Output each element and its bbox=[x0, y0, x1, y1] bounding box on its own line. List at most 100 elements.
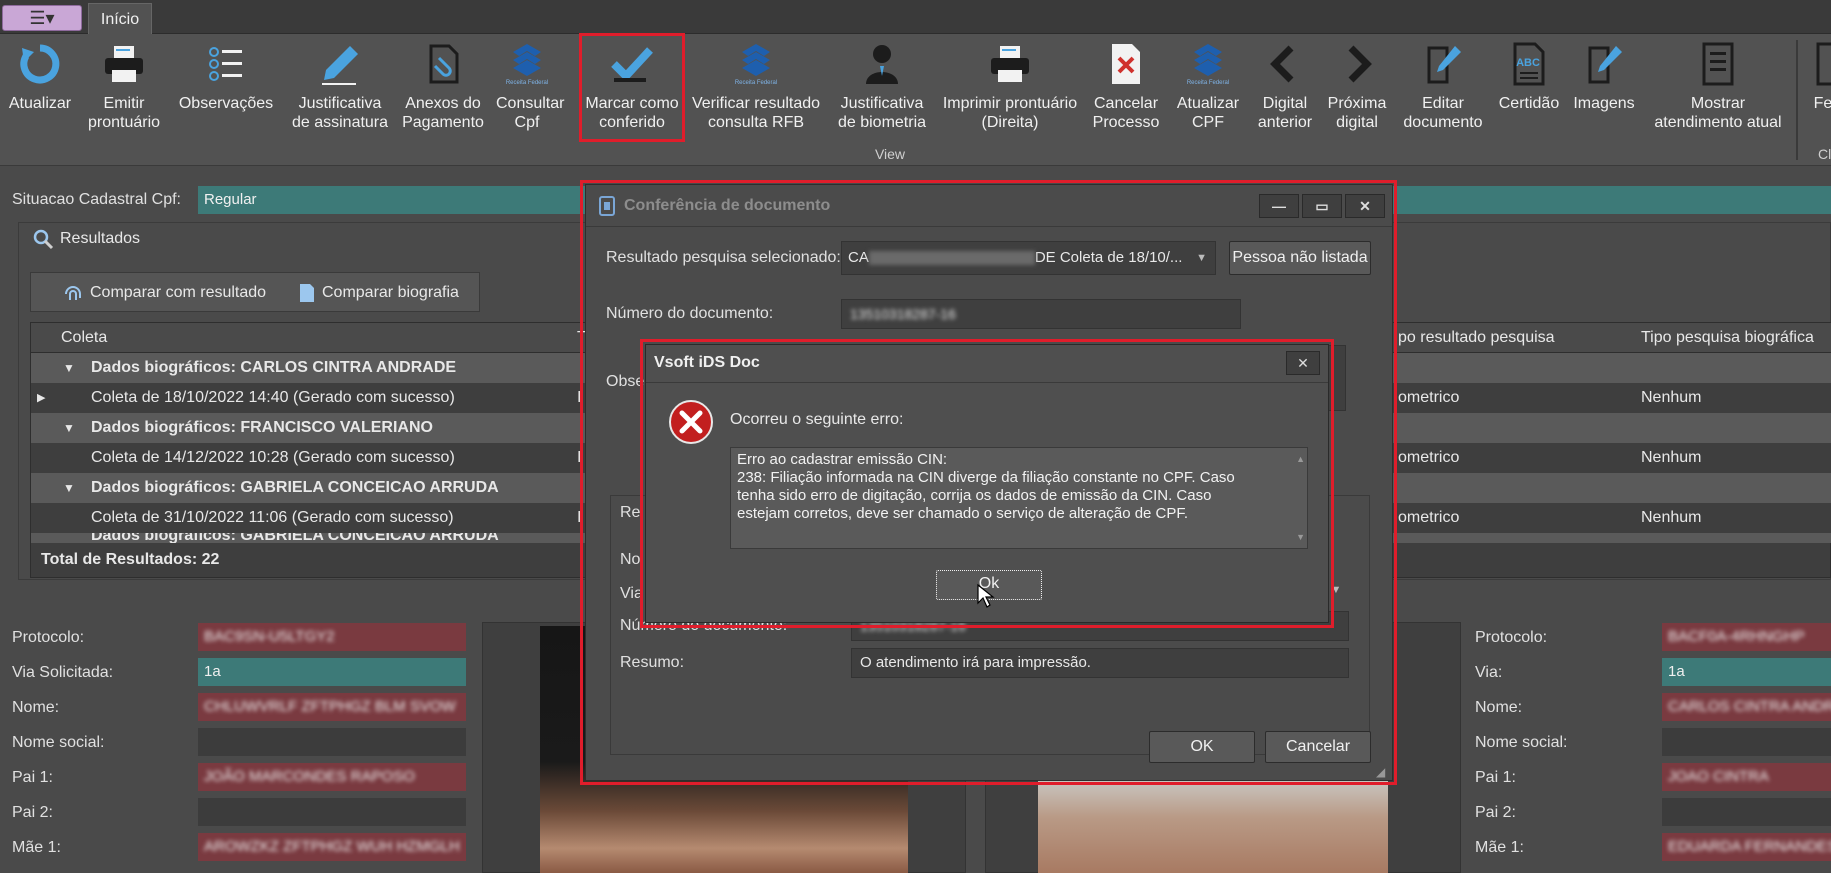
ribbon-label: Próxima digital bbox=[1327, 95, 1387, 131]
imagens-button[interactable]: Imagens bbox=[1568, 42, 1640, 113]
collapse-icon[interactable]: ▼ bbox=[63, 473, 75, 503]
compare-bio-button[interactable]: Comparar biografia bbox=[298, 282, 459, 304]
close-button[interactable]: ✕ bbox=[1345, 194, 1385, 218]
resultado-select[interactable]: CA DE Coleta de 18/10/... ▼ bbox=[841, 241, 1216, 275]
column-header-coleta[interactable]: Coleta bbox=[61, 323, 107, 353]
total-resultados: Total de Resultados: 22 bbox=[41, 551, 220, 568]
cancelar-processo-button[interactable]: Cancelar Processo bbox=[1088, 42, 1164, 132]
compare-result-button[interactable]: Comparar com resultado bbox=[62, 282, 266, 304]
row-tipo: ometrico bbox=[1398, 389, 1460, 406]
ok-button[interactable]: OK bbox=[1149, 731, 1255, 763]
pessoa-nao-listada-button[interactable]: Pessoa não listada bbox=[1229, 241, 1371, 275]
imprimir-prontuario-direita-button[interactable]: Imprimir prontuário (Direita) bbox=[940, 42, 1080, 132]
cancel-button[interactable]: Cancelar bbox=[1265, 731, 1371, 763]
ribbon-label: Verificar resultado consulta RFB bbox=[691, 95, 821, 131]
ribbon-label: Digital anterior bbox=[1257, 95, 1313, 131]
receita-federal-icon: Receita Federal bbox=[735, 44, 777, 86]
ribbon-label: Cancelar Processo bbox=[1092, 95, 1160, 131]
group-header: Dados biográficos: FRANCISCO VALERIANO bbox=[91, 419, 433, 436]
cancel-document-icon bbox=[1112, 44, 1140, 84]
printer-icon bbox=[105, 46, 143, 82]
resumo-label: Resumo: bbox=[620, 654, 685, 671]
fe-button[interactable]: Fe bbox=[1808, 42, 1831, 113]
right-mae1-value: EDUARDA FERNANDES bbox=[1668, 838, 1831, 855]
app-menu-button[interactable]: ☰▾ bbox=[2, 5, 82, 31]
tab-inicio[interactable]: Início bbox=[88, 3, 152, 35]
verificar-rfb-button[interactable]: Receita Federal Verificar resultado cons… bbox=[690, 42, 822, 132]
maximize-button[interactable]: ▭ bbox=[1302, 194, 1342, 218]
justificativa-assinatura-button[interactable]: Justificativa de assinatura bbox=[290, 42, 390, 132]
resize-grip-icon[interactable]: ◢ bbox=[1376, 765, 1385, 779]
ribbon-label: Mostrar atendimento atual bbox=[1654, 95, 1782, 131]
proxima-digital-button[interactable]: Próxima digital bbox=[1324, 42, 1390, 132]
chevron-left-icon bbox=[1270, 45, 1294, 83]
right-mae1-label: Mãe 1: bbox=[1475, 839, 1524, 856]
right-pai1-value: JOAO CINTRA bbox=[1668, 768, 1769, 785]
pai1-label: Pai 1: bbox=[12, 769, 53, 786]
certificate-icon: ABC bbox=[1513, 42, 1545, 86]
error-line: tenha sido erro de digitação, corrija os… bbox=[737, 487, 1212, 504]
consultar-cpf-button[interactable]: Receita Federal Consultar Cpf bbox=[496, 42, 564, 132]
error-close-button[interactable]: ✕ bbox=[1286, 351, 1320, 375]
compare-bio-label: Comparar biografia bbox=[322, 284, 459, 301]
ribbon-group-label-right: Cl bbox=[1818, 146, 1831, 162]
attachment-document-icon bbox=[429, 44, 459, 84]
ribbon-label: Imagens bbox=[1573, 95, 1635, 112]
nome-social-label: Nome social: bbox=[12, 734, 105, 751]
ribbon-label: Justificativa de assinatura bbox=[291, 95, 389, 131]
numero-value: 13510318287-16 bbox=[850, 306, 956, 322]
protocolo-value: BAC9SN-U5LTGY2 bbox=[204, 628, 335, 645]
atualizar-button[interactable]: Atualizar bbox=[4, 42, 76, 113]
collapse-icon[interactable]: ▼ bbox=[63, 413, 75, 443]
resultados-header[interactable]: Resultados bbox=[32, 228, 140, 250]
ribbon-label: Certidão bbox=[1498, 95, 1560, 112]
receita-federal-icon: Receita Federal bbox=[506, 44, 548, 86]
search-icon bbox=[33, 229, 54, 250]
scroll-up-icon[interactable]: ▲ bbox=[1296, 450, 1305, 468]
right-via-label: Via: bbox=[1475, 664, 1503, 681]
observacoes-button[interactable]: Observações bbox=[176, 42, 276, 113]
ribbon-label: Consultar Cpf bbox=[496, 95, 565, 131]
pai2-label: Pai 2: bbox=[12, 804, 53, 821]
receita-federal-icon: Receita Federal bbox=[1187, 44, 1229, 86]
app-icon bbox=[599, 196, 615, 216]
right-protocolo-field: BACF0A-4RHNGHP bbox=[1662, 623, 1831, 651]
collapse-icon[interactable]: ▼ bbox=[63, 353, 75, 383]
column-header-tipo-bio[interactable]: Tipo pesquisa biográfica bbox=[1641, 323, 1814, 353]
scroll-down-icon[interactable]: ▼ bbox=[1296, 528, 1305, 546]
mae1-field: AROWZKZ ZFTPHGZ WUH HZMGLH bbox=[198, 833, 466, 861]
emitir-prontuario-button[interactable]: Emitir prontuário bbox=[84, 42, 164, 132]
editar-documento-button[interactable]: Editar documento bbox=[1398, 42, 1488, 132]
row-bio: Nenhum bbox=[1641, 389, 1702, 406]
resultado-prefix: CA bbox=[848, 249, 869, 266]
digital-anterior-button[interactable]: Digital anterior bbox=[1254, 42, 1316, 132]
edit-document-icon bbox=[1427, 46, 1461, 84]
protocolo-label: Protocolo: bbox=[12, 629, 85, 646]
right-via-value: 1a bbox=[1662, 658, 1831, 686]
ribbon-label: Imprimir prontuário (Direita) bbox=[942, 95, 1078, 131]
right-nome-value: CARLOS CINTRA ANDRADE bbox=[1668, 698, 1831, 715]
numero-label: Número do documento: bbox=[606, 305, 774, 322]
no-label: No bbox=[620, 551, 641, 568]
column-header-tipo-resultado[interactable]: po resultado pesquisa bbox=[1398, 323, 1555, 353]
justificativa-biometria-button[interactable]: Justificativa de biometria bbox=[832, 42, 932, 132]
resultado-label: Resultado pesquisa selecionado: bbox=[606, 249, 841, 266]
pai2-value bbox=[198, 798, 466, 826]
row-coleta: Coleta de 14/12/2022 10:28 (Gerado com s… bbox=[91, 449, 455, 466]
protocolo-field: BAC9SN-U5LTGY2 bbox=[198, 623, 466, 651]
ribbon-separator bbox=[1796, 40, 1798, 160]
svg-text:ABC: ABC bbox=[1516, 57, 1540, 69]
minimize-button[interactable]: — bbox=[1259, 194, 1299, 218]
via-value: 1a bbox=[198, 658, 466, 686]
anexos-pagamento-button[interactable]: Anexos do Pagamento bbox=[400, 42, 486, 132]
row-bio: Nenhum bbox=[1641, 509, 1702, 526]
mostrar-atendimento-button[interactable]: Mostrar atendimento atual bbox=[1650, 42, 1786, 132]
certidao-button[interactable]: ABC Certidão bbox=[1494, 42, 1564, 113]
numero-field[interactable]: 13510318287-16 bbox=[841, 299, 1241, 329]
image-edit-icon bbox=[1588, 46, 1622, 84]
atualizar-cpf-button[interactable]: Receita Federal Atualizar CPF bbox=[1172, 42, 1244, 132]
ribbon-label: Atualizar bbox=[8, 95, 72, 112]
svg-text:Receita Federal: Receita Federal bbox=[735, 80, 777, 86]
via-label: Via Solicitada: bbox=[12, 664, 114, 681]
conferencia-titlebar: Conferência de documento — ▭ ✕ bbox=[586, 185, 1392, 227]
